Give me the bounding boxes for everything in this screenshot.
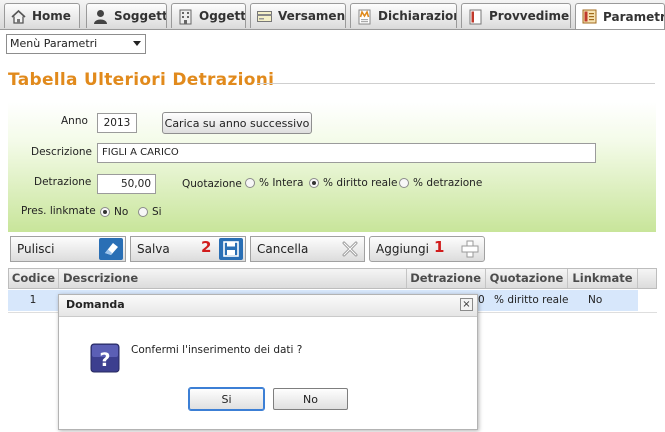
tab-dichiarazioni-label: Dichiarazioni <box>378 9 456 23</box>
tab-parametri[interactable]: Parametri <box>575 3 665 29</box>
column-header-quotazione[interactable]: Quotazione <box>486 269 568 288</box>
plus-icon <box>461 240 479 258</box>
quotazione-intera-radio[interactable]: % Intera <box>245 177 303 189</box>
chevron-down-icon <box>133 41 141 46</box>
radio-detrazione-dot <box>399 178 409 188</box>
dialog-yes-button[interactable]: Si <box>188 387 265 411</box>
eraser-icon <box>99 238 123 260</box>
payment-icon <box>257 10 272 22</box>
tab-versamenti[interactable]: Versamenti <box>250 3 346 28</box>
linkmate-no-label: No <box>114 206 129 218</box>
cell-detrazione: 0 <box>478 294 485 306</box>
anno-label: Anno <box>61 115 88 127</box>
radio-diritto-reale-dot <box>309 178 319 188</box>
table-header: Codice Descrizione Detrazione Quotazione… <box>8 268 657 289</box>
close-icon[interactable]: × <box>460 298 473 311</box>
quotazione-intera-label: % Intera <box>259 177 304 189</box>
person-icon <box>94 9 107 24</box>
cell-linkmate: No <box>588 294 603 306</box>
linkmate-no-radio[interactable]: No <box>100 206 128 218</box>
tab-provvedimenti[interactable]: Provvedimenti <box>461 3 571 28</box>
salva-step-badge: 2 <box>201 238 212 256</box>
menu-parametri-select[interactable]: Menù Parametri <box>6 34 146 54</box>
dialog-title: Domanda <box>66 298 125 311</box>
tab-provvedimenti-label: Provvedimenti <box>489 9 570 23</box>
home-icon <box>11 9 26 24</box>
detrazione-field[interactable]: 50,00 <box>97 174 156 194</box>
radio-intera-dot <box>245 178 255 188</box>
save-icon <box>219 238 243 260</box>
delete-icon <box>342 241 358 257</box>
column-header-linkmate[interactable]: Linkmate <box>568 269 638 288</box>
building-icon <box>179 9 192 24</box>
quotazione-detrazione-radio[interactable]: % detrazione <box>399 177 482 189</box>
declaration-icon <box>358 9 371 24</box>
quotazione-detrazione-label: % detrazione <box>413 177 483 189</box>
tab-parametri-label: Parametri <box>603 9 665 24</box>
aggiungi-step-badge: 1 <box>434 238 445 256</box>
parameters-icon <box>582 9 597 24</box>
tab-versamenti-label: Versamenti <box>278 9 346 23</box>
tab-soggetti-label: Soggetti <box>114 9 167 23</box>
column-header-descrizione[interactable]: Descrizione <box>59 269 407 288</box>
column-header-codice[interactable]: Codice <box>9 269 59 288</box>
menu-parametri-value: Menù Parametri <box>10 37 98 50</box>
cancella-button[interactable]: Cancella <box>250 236 365 262</box>
question-icon: ? <box>90 343 120 373</box>
pulisci-button[interactable]: Pulisci <box>10 236 126 262</box>
anno-field[interactable]: 2013 <box>97 113 137 133</box>
detrazione-label: Detrazione <box>34 176 92 188</box>
radio-no-dot <box>100 207 110 217</box>
aggiungi-label: Aggiungi <box>376 242 429 256</box>
aggiungi-button[interactable]: Aggiungi <box>369 236 485 262</box>
salva-button[interactable]: Salva <box>130 236 246 262</box>
page-title: Tabella Ulteriori Detrazioni <box>8 70 275 90</box>
tab-dichiarazioni[interactable]: Dichiarazioni <box>350 3 457 28</box>
cell-codice: 1 <box>29 294 37 306</box>
cancella-label: Cancella <box>257 242 309 256</box>
quotazione-label: Quotazione <box>182 178 242 190</box>
document-icon <box>469 9 482 24</box>
svg-text:?: ? <box>99 349 110 371</box>
tab-home[interactable]: Home <box>4 3 80 28</box>
quotazione-diritto-reale-label: % diritto reale <box>323 177 398 189</box>
cell-quotazione: % diritto reale <box>494 294 569 306</box>
tab-soggetti[interactable]: Soggetti <box>86 3 167 28</box>
descrizione-label: Descrizione <box>31 146 92 158</box>
form-panel: Anno 2013 Carica su anno successivo Desc… <box>8 102 656 232</box>
quotazione-diritto-reale-radio[interactable]: % diritto reale <box>309 177 397 189</box>
dialog-no-button[interactable]: No <box>273 388 348 410</box>
linkmate-si-label: Si <box>152 206 162 218</box>
carica-anno-successivo-button[interactable]: Carica su anno successivo <box>162 112 312 134</box>
confirm-dialog: Domanda × ? Confermi l'inserimento dei d… <box>58 294 478 430</box>
main-tab-bar: Home Soggetti Oggetti Versamenti Dic <box>0 0 665 30</box>
salva-label: Salva <box>137 242 170 256</box>
radio-si-dot <box>138 207 148 217</box>
pulisci-label: Pulisci <box>17 242 55 256</box>
tab-oggetti-label: Oggetti <box>199 9 246 23</box>
column-header-detrazione[interactable]: Detrazione <box>407 269 486 288</box>
tab-home-label: Home <box>32 9 71 23</box>
dialog-header: Domanda × <box>59 295 477 317</box>
title-divider <box>257 83 655 84</box>
dialog-message: Confermi l'inserimento dei dati ? <box>131 344 303 356</box>
linkmate-label: Pres. linkmate <box>21 205 96 217</box>
descrizione-field[interactable]: FIGLI A CARICO <box>97 143 596 163</box>
tab-oggetti[interactable]: Oggetti <box>171 3 246 28</box>
linkmate-si-radio[interactable]: Si <box>138 206 162 218</box>
